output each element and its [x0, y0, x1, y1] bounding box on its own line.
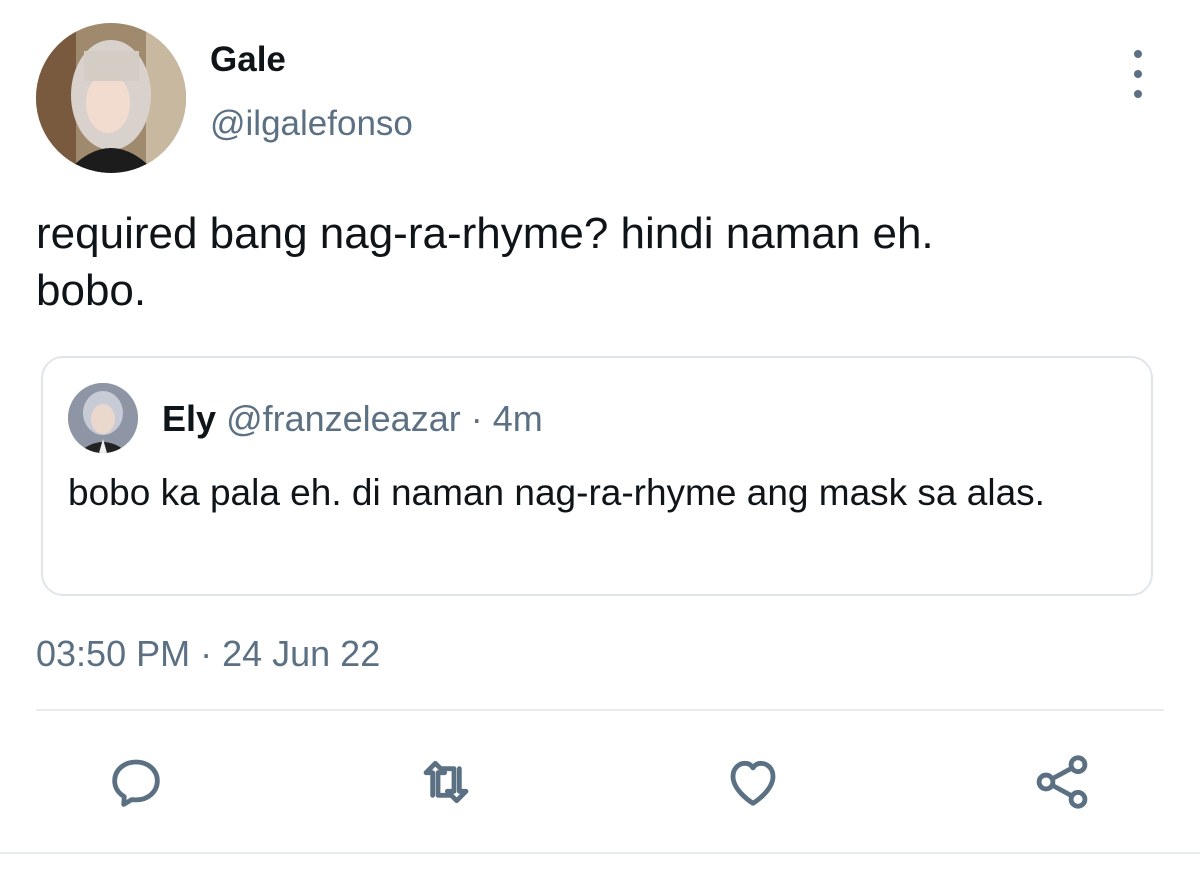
- more-dot: [1134, 70, 1142, 78]
- quoted-tweet-text: bobo ka pala eh. di naman nag-ra-rhyme a…: [68, 472, 1045, 513]
- quoted-tweet-age: 4m: [492, 398, 543, 439]
- reply-icon: [112, 759, 160, 807]
- like-button[interactable]: [721, 750, 785, 814]
- divider: [36, 709, 1164, 711]
- author-handle[interactable]: @ilgalefonso: [210, 104, 413, 144]
- more-dot: [1134, 50, 1142, 58]
- quoted-author-avatar[interactable]: [68, 383, 138, 453]
- quoted-tweet-card[interactable]: Ely @franzeleazar · 4m bobo ka pala eh. …: [41, 356, 1153, 596]
- share-button[interactable]: [1030, 750, 1094, 814]
- share-icon: [1036, 755, 1088, 809]
- more-vertical-icon[interactable]: [1118, 50, 1158, 98]
- quoted-tweet-header: Ely @franzeleazar · 4m: [162, 398, 543, 440]
- tweet-timestamp[interactable]: 03:50 PM · 24 Jun 22: [36, 633, 380, 675]
- reply-button[interactable]: [104, 750, 168, 814]
- quoted-author-handle[interactable]: @franzeleazar: [226, 398, 461, 439]
- retweet-icon: [423, 760, 469, 804]
- quoted-author-display-name[interactable]: Ely: [162, 398, 216, 439]
- retweet-button[interactable]: [414, 750, 478, 814]
- quoted-meta-separator: ·: [460, 398, 493, 439]
- tweet-text: required bang nag-ra-rhyme? hindi naman …: [36, 209, 934, 315]
- quoted-author-avatar-image: [68, 383, 138, 453]
- more-dot: [1134, 90, 1142, 98]
- author-avatar-image: [36, 23, 186, 173]
- author-display-name[interactable]: Gale: [210, 40, 286, 80]
- bottom-divider: [0, 852, 1200, 854]
- author-avatar[interactable]: [36, 23, 186, 173]
- heart-icon: [730, 760, 776, 806]
